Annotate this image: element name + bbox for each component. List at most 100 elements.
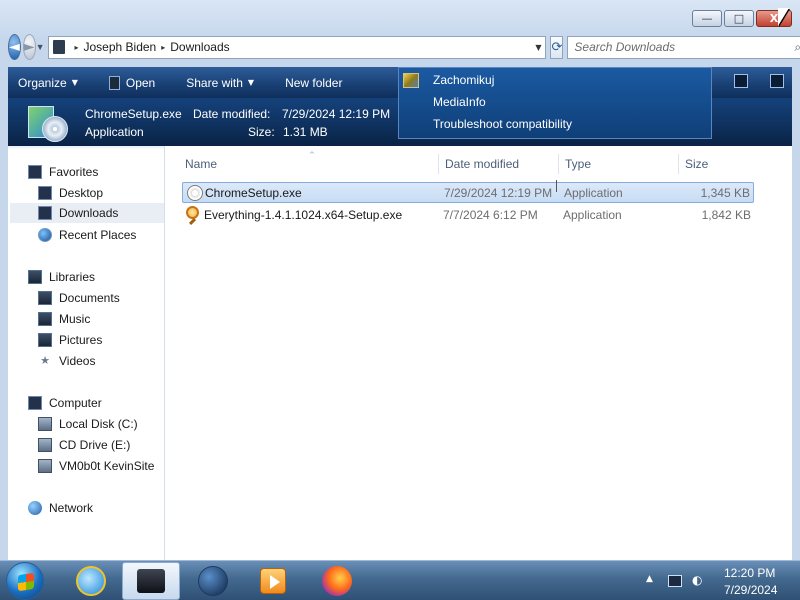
nav-cd-drive-label: CD Drive (E:) — [59, 438, 131, 452]
organize-label: Organize — [18, 75, 67, 90]
taskbar-media-center[interactable] — [184, 562, 242, 600]
share-with-button[interactable]: Share with ▼ — [186, 76, 254, 90]
file-row[interactable]: Everything-1.4.1.1024.x64-Setup.exe 7/7/… — [182, 204, 754, 226]
column-header-size[interactable]: Size — [679, 154, 759, 174]
taskbar-windows-explorer[interactable] — [122, 562, 180, 600]
nav-network-label: Network — [49, 501, 94, 515]
music-icon — [38, 312, 52, 326]
close-icon: X — [769, 12, 779, 25]
chevron-down-icon: ▼ — [71, 78, 78, 87]
organize-button[interactable]: Organize ▼ — [18, 76, 78, 90]
search-input[interactable] — [574, 40, 795, 54]
desktop-icon — [38, 186, 52, 200]
column-date-label: Date modified — [445, 157, 520, 171]
nav-videos[interactable]: ★ Videos — [38, 351, 95, 371]
open-app-icon — [108, 75, 120, 90]
clock-date[interactable]: 7/29/2024 — [724, 583, 777, 597]
menu-item-troubleshoot-compatibility[interactable]: Troubleshoot compatibility — [433, 117, 572, 131]
taskbar-media-player[interactable] — [244, 562, 302, 600]
open-button[interactable]: Open — [108, 75, 156, 90]
menu-item-mediainfo[interactable]: MediaInfo — [433, 95, 486, 109]
column-size-label: Size — [685, 157, 709, 171]
maximize-button[interactable]: □ — [724, 10, 754, 27]
taskbar-internet-explorer[interactable] — [62, 562, 120, 600]
recent-pages-button[interactable]: ▼ — [36, 42, 45, 52]
start-button[interactable] — [6, 562, 44, 600]
menu-item-zachomikuj[interactable]: Zachomikuj — [433, 73, 494, 87]
back-button[interactable]: ◄ — [8, 34, 21, 60]
nav-desktop-label: Desktop — [59, 186, 104, 200]
installer-thumbnail-icon — [26, 102, 70, 142]
column-type-label: Type — [565, 157, 592, 171]
nav-cd-drive[interactable]: CD Drive (E:) — [38, 435, 130, 455]
cd-drive-icon — [38, 438, 52, 452]
nav-network[interactable]: Network — [28, 498, 93, 518]
breadcrumb-item-user[interactable]: Joseph Biden — [84, 40, 157, 54]
network-icon — [28, 501, 42, 515]
nav-network-share-label: VM0b0t KevinSite — [59, 459, 155, 473]
text-cursor — [556, 180, 557, 192]
mouse-pointer-icon — [778, 8, 789, 26]
preview-pane-icon[interactable] — [770, 74, 784, 88]
windows-explorer-icon — [137, 569, 165, 593]
open-label: Open — [125, 75, 156, 90]
content-area: Favorites Desktop Downloads Recent Place… — [8, 146, 792, 560]
nav-downloads[interactable]: Downloads — [10, 203, 164, 223]
breadcrumb-item-downloads[interactable]: Downloads — [170, 40, 229, 54]
show-hidden-icons-icon[interactable]: ▲ — [646, 574, 653, 584]
address-dropdown-icon[interactable]: ▼ — [535, 43, 541, 52]
media-player-icon — [260, 568, 286, 594]
breadcrumb-separator-icon[interactable]: ▸ — [74, 43, 78, 52]
hard-disk-icon — [38, 417, 52, 431]
nav-network-share[interactable]: VM0b0t KevinSite — [38, 456, 154, 476]
nav-local-disk[interactable]: Local Disk (C:) — [38, 414, 138, 434]
search-icon[interactable]: ⌕ — [794, 40, 800, 55]
file-date: 7/29/2024 12:19 PM — [444, 185, 553, 200]
file-name: ChromeSetup.exe — [205, 185, 302, 200]
column-header-name[interactable]: Name ^ — [183, 151, 439, 174]
minimize-icon: — — [701, 12, 713, 25]
details-filename: ChromeSetup.exe — [85, 107, 182, 121]
file-list[interactable]: Name ^ Date modified Type Size ChromeSetu… — [166, 146, 792, 560]
details-size-label: Size: — [248, 125, 275, 139]
action-center-icon[interactable] — [668, 575, 682, 587]
file-size: 1,842 KB — [701, 207, 751, 222]
nav-recent-places[interactable]: Recent Places — [38, 225, 136, 245]
file-date: 7/7/2024 6:12 PM — [443, 207, 538, 222]
file-row[interactable]: ChromeSetup.exe 7/29/2024 12:19 PM Appli… — [182, 182, 754, 203]
clock-time[interactable]: 12:20 PM — [724, 566, 775, 580]
file-type: Application — [564, 185, 623, 200]
nav-computer[interactable]: Computer — [28, 393, 102, 413]
view-controls — [734, 74, 784, 88]
minimize-button[interactable]: — — [692, 10, 722, 27]
column-headers: Name ^ Date modified Type Size — [183, 151, 792, 174]
nav-downloads-label: Downloads — [59, 206, 119, 220]
navigation-pane[interactable]: Favorites Desktop Downloads Recent Place… — [8, 146, 165, 560]
nav-libraries[interactable]: Libraries — [28, 267, 95, 287]
documents-icon — [38, 291, 52, 305]
libraries-icon — [28, 270, 42, 284]
search-box[interactable]: ⌕ — [567, 35, 800, 59]
network-status-icon[interactable]: ◐ — [692, 573, 706, 589]
breadcrumb[interactable]: ▸ Joseph Biden ▸ Downloads ▼ — [48, 35, 547, 59]
nav-favorites[interactable]: Favorites — [28, 162, 98, 182]
taskbar-firefox[interactable] — [308, 562, 366, 600]
folder-location-icon — [53, 40, 66, 54]
nav-pictures[interactable]: Pictures — [38, 330, 102, 350]
forward-button[interactable]: ► — [22, 34, 36, 60]
details-size-value: 1.31 MB — [283, 125, 328, 139]
context-menu: Zachomikuj MediaInfo Troubleshoot compat… — [398, 67, 712, 139]
nav-desktop[interactable]: Desktop — [38, 183, 103, 203]
nav-videos-label: Videos — [59, 354, 96, 368]
nav-music[interactable]: Music — [38, 309, 90, 329]
new-folder-button[interactable]: New folder — [285, 76, 342, 90]
change-view-icon[interactable] — [734, 74, 748, 88]
taskbar: ▲ ◐ 12:20 PM 7/29/2024 — [0, 560, 800, 600]
nav-documents-label: Documents — [59, 291, 120, 305]
internet-explorer-icon — [76, 566, 106, 596]
breadcrumb-separator-icon[interactable]: ▸ — [161, 43, 165, 52]
column-header-type[interactable]: Type — [559, 154, 679, 174]
column-header-date-modified[interactable]: Date modified — [439, 154, 559, 174]
nav-documents[interactable]: Documents — [38, 288, 120, 308]
refresh-button[interactable]: ⟳ — [550, 35, 564, 59]
